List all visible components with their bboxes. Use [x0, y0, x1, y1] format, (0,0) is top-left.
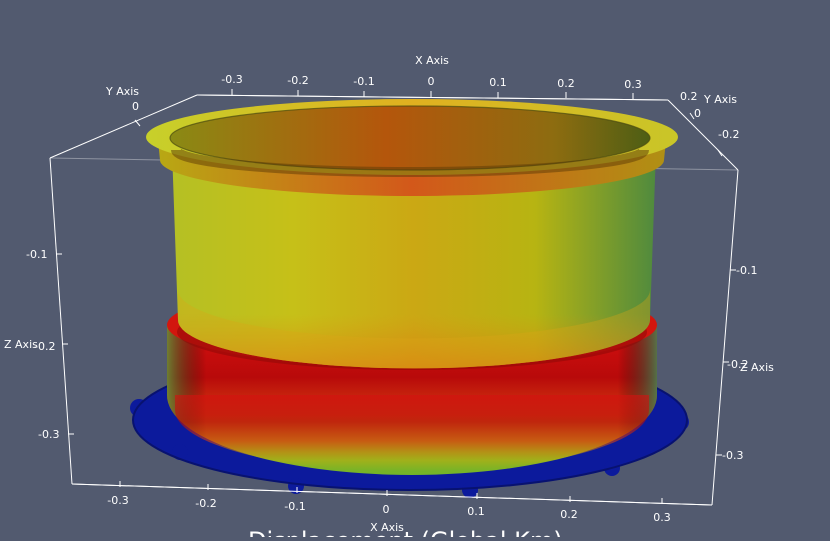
- x-axis-bottom-tick: -0.2: [195, 497, 216, 510]
- x-axis-top-tick: 0.1: [489, 76, 507, 89]
- z-axis-left-title: Z Axis: [4, 338, 38, 351]
- z-axis-left-tick: -0.1: [26, 248, 47, 261]
- top-rim: [146, 99, 678, 196]
- x-axis-top-tick: 0.3: [624, 78, 642, 91]
- y-axis-right-tick: -0.2: [718, 128, 739, 141]
- y-axis-right-tick: 0: [694, 107, 701, 120]
- scalar-bar-title: Displacement (Global Km): [248, 527, 563, 537]
- z-axis-left-tick: -0.2: [34, 340, 55, 353]
- y-axis-right-tick: 0.2: [680, 90, 698, 103]
- z-axis-right-tick: -0.3: [722, 449, 743, 462]
- x-axis-bottom-tick: -0.3: [107, 494, 128, 507]
- x-axis-bottom-tick: 0: [383, 503, 390, 516]
- z-axis-right-tick: -0.1: [736, 264, 757, 277]
- z-axis-right-title: Z Axis: [740, 361, 774, 374]
- y-axis-left-tick: 0: [132, 100, 139, 113]
- x-axis-top-title: X Axis: [415, 54, 449, 67]
- x-axis-bottom-tick: 0.2: [560, 508, 578, 521]
- x-axis-top-tick: -0.2: [287, 74, 308, 87]
- x-axis-top-tick: -0.1: [353, 75, 374, 88]
- x-axis-bottom-tick: -0.1: [284, 500, 305, 513]
- scene-canvas[interactable]: X Axis -0.3 -0.2 -0.1 0 0.1 0.2 0.3 -0.3…: [0, 0, 830, 541]
- z-axis-left-tick: -0.3: [38, 428, 59, 441]
- render-viewport[interactable]: X Axis -0.3 -0.2 -0.1 0 0.1 0.2 0.3 -0.3…: [0, 0, 830, 541]
- y-axis-right-title: Y Axis: [703, 93, 737, 106]
- x-axis-top-tick: -0.3: [221, 73, 242, 86]
- x-axis-bottom-tick: 0.1: [467, 505, 485, 518]
- y-axis-left-title: Y Axis: [105, 85, 139, 98]
- x-axis-top-tick: 0: [428, 75, 435, 88]
- x-axis-bottom-tick: 0.3: [653, 511, 671, 524]
- x-axis-top-tick: 0.2: [557, 77, 575, 90]
